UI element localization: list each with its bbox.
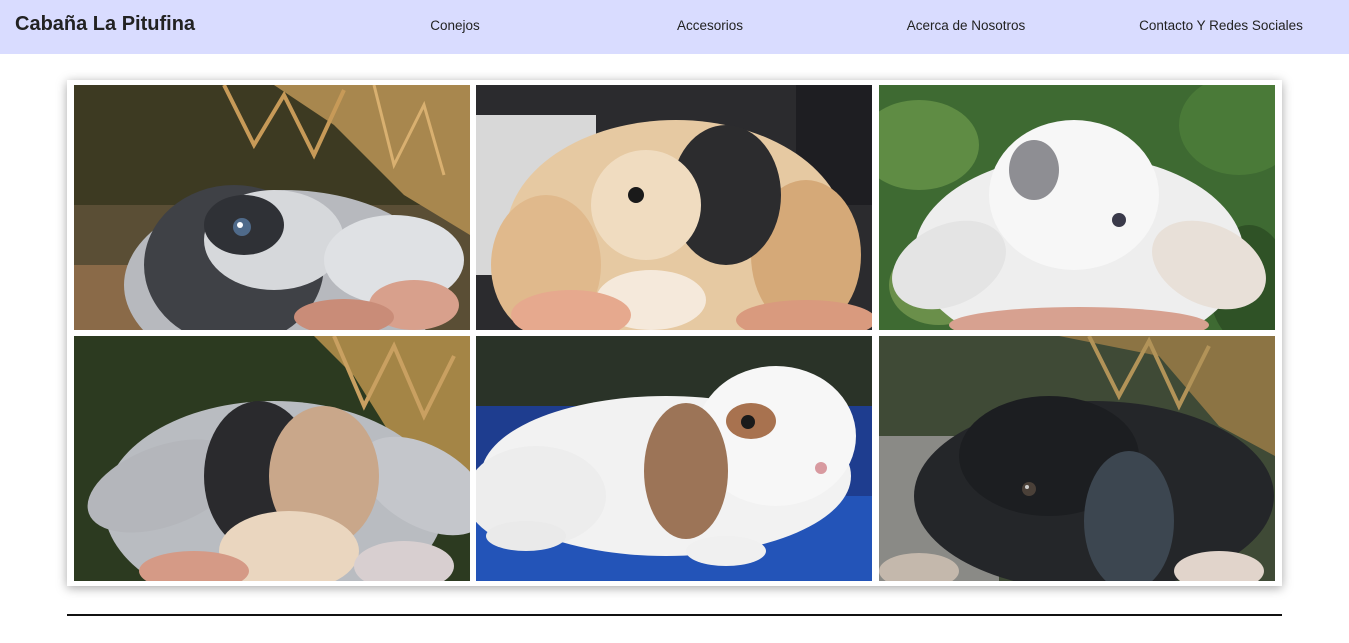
nav-link-conejos[interactable]: Conejos: [430, 18, 480, 33]
navbar: Cabaña La Pitufina Conejos Accesorios Ac…: [0, 0, 1349, 54]
white-bunny-photo: [879, 85, 1275, 330]
black-bunny-photo: [879, 336, 1275, 581]
tricolor-bunny-photo: [74, 336, 470, 581]
nav-link-accesorios[interactable]: Accesorios: [677, 18, 743, 33]
nav-link-contacto[interactable]: Contacto Y Redes Sociales: [1139, 18, 1303, 33]
nav-link-acerca[interactable]: Acerca de Nosotros: [907, 18, 1026, 33]
bunny-gallery: [67, 80, 1282, 586]
brand-link[interactable]: Cabaña La Pitufina: [15, 13, 195, 36]
white-brown-bunny-photo: [476, 336, 872, 581]
cream-black-bunny-photo: [476, 85, 872, 330]
grey-white-bunny-photo: [74, 85, 470, 330]
section-divider: [67, 614, 1282, 616]
